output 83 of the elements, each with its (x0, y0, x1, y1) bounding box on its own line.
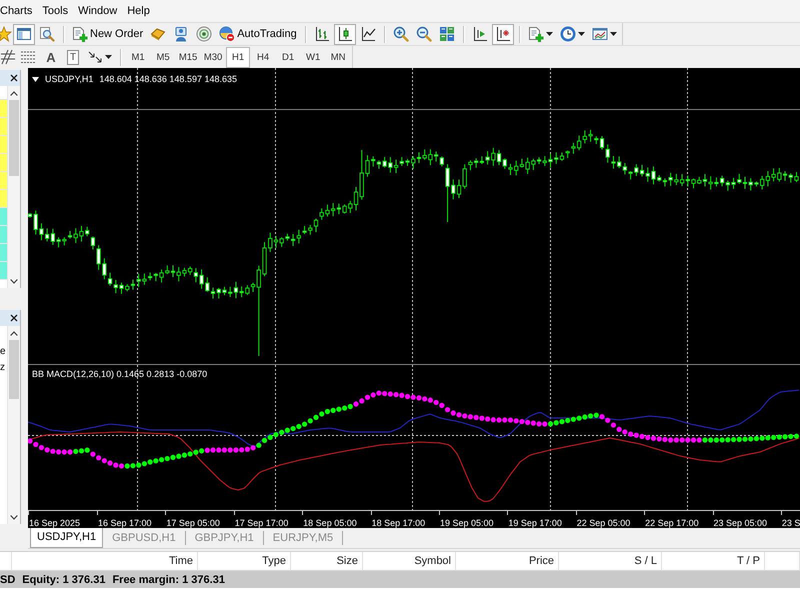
symbol-label: USDJPY,H1 (45, 73, 94, 86)
scrollbar-thumb[interactable] (9, 100, 19, 176)
column-header[interactable]: Symbol (414, 554, 451, 568)
time-axis-label: 16 Sep 2025 (28, 517, 80, 528)
caret-icon[interactable] (610, 32, 617, 36)
time-axis-label: 17 Sep 05:00 (165, 517, 220, 528)
time-axis-label: 19 Sep 17:00 (507, 517, 562, 528)
document-plus-icon[interactable] (528, 26, 544, 42)
free-margin-text: Free margin: 1 376.31 (112, 572, 225, 586)
timeframe-button[interactable]: H1 (226, 46, 250, 68)
arrows-icon[interactable] (87, 49, 104, 65)
column-header[interactable]: Size (336, 554, 358, 568)
indicator-label: BB MACD(12,26,10) 0.1465 0.2813 -0.0870 (32, 368, 208, 381)
price-values: 148.604 148.636 148.597 148.635 (99, 73, 237, 86)
chart-tab[interactable]: USDJPY,H1 (30, 528, 104, 548)
globe-stop-icon (219, 26, 236, 42)
time-axis-label: 18 Sep 17:00 (370, 517, 426, 528)
fibonacci-icon[interactable] (0, 49, 16, 65)
auto-scroll-button[interactable] (492, 24, 514, 44)
time-axis-label: 22 Sep 05:00 (576, 517, 630, 528)
zoom-out-icon[interactable] (416, 26, 432, 42)
axis-star-icon (494, 26, 511, 42)
timeframe-button[interactable]: M5 (151, 46, 176, 68)
bar-chart-icon[interactable] (314, 26, 330, 42)
autotrading-button[interactable]: AutoTrading (216, 24, 300, 44)
candlestick-chart-button[interactable] (334, 24, 356, 44)
caret-icon[interactable] (546, 32, 553, 36)
timeframe-button[interactable]: H4 (251, 46, 276, 68)
clock-icon[interactable] (560, 26, 576, 42)
column-header[interactable]: T / P (736, 554, 760, 568)
time-axis-label: 23 S (780, 517, 800, 528)
panel-icon (16, 26, 32, 42)
new-order-button[interactable]: New Order (69, 24, 146, 44)
balance-text: SD (0, 572, 16, 586)
timeframe-button[interactable]: MN (326, 46, 350, 68)
caret-icon[interactable] (32, 77, 39, 82)
column-header[interactable]: Time (168, 554, 193, 568)
equity-text: Equity: 1 376.31 (22, 572, 106, 586)
time-axis-label: 23 Sep 05:00 (712, 517, 768, 528)
ingot-icon[interactable] (150, 26, 166, 42)
timeframe-button[interactable]: M15 (176, 46, 200, 68)
time-axis-label: 19 Sep 05:00 (438, 517, 494, 528)
close-icon[interactable] (10, 74, 18, 82)
column-header[interactable]: S / L (634, 554, 657, 568)
menu-item[interactable]: Window (78, 4, 118, 18)
axis-arrow-icon[interactable] (472, 26, 488, 42)
text-tool-button[interactable]: A (40, 46, 62, 68)
timeframe-button[interactable]: M1 (126, 46, 150, 68)
time-axis-label: 22 Sep 17:00 (644, 517, 699, 528)
scroll-up-icon[interactable] (10, 330, 18, 336)
zoom-in-icon[interactable] (392, 26, 409, 42)
candlestick-icon (336, 26, 353, 42)
parallel-lines-icon[interactable] (20, 49, 36, 65)
timeframe-button[interactable]: D1 (276, 46, 300, 68)
timeframe-button[interactable]: W1 (301, 46, 326, 68)
line-chart-icon[interactable] (360, 26, 376, 42)
signal-icon[interactable] (196, 26, 212, 42)
time-axis-label: 16 Sep 17:00 (97, 517, 152, 528)
navigator-item[interactable]: e (0, 344, 6, 360)
timeframe-button[interactable]: M30 (201, 46, 226, 68)
scrollbar-thumb[interactable] (9, 340, 19, 399)
tile-windows-icon[interactable] (438, 26, 455, 42)
close-icon[interactable] (10, 314, 18, 322)
navigator-item[interactable]: z (0, 360, 5, 376)
column-header[interactable]: Type (262, 554, 286, 568)
caret-icon[interactable] (105, 55, 112, 59)
time-axis-label: 18 Sep 05:00 (302, 517, 357, 528)
scroll-up-icon[interactable] (10, 90, 18, 96)
menu-item[interactable]: Charts (0, 4, 32, 18)
text-label-tool-button[interactable]: T (67, 50, 80, 64)
scroll-down-icon[interactable] (10, 514, 18, 520)
menu-item[interactable]: Tools (42, 4, 68, 18)
scroll-down-icon[interactable] (10, 278, 18, 284)
time-axis-label: 17 Sep 17:00 (234, 517, 288, 528)
panel-toggle-button[interactable] (13, 24, 35, 44)
user-icon[interactable] (173, 26, 190, 42)
caret-icon[interactable] (578, 32, 585, 36)
chart-window-icon[interactable] (592, 26, 608, 42)
star-icon[interactable] (0, 26, 12, 42)
menu-item[interactable]: Help (127, 4, 150, 18)
magnifier-icon[interactable] (39, 26, 55, 42)
column-header[interactable]: Price (528, 554, 554, 568)
document-plus-icon (72, 26, 88, 42)
